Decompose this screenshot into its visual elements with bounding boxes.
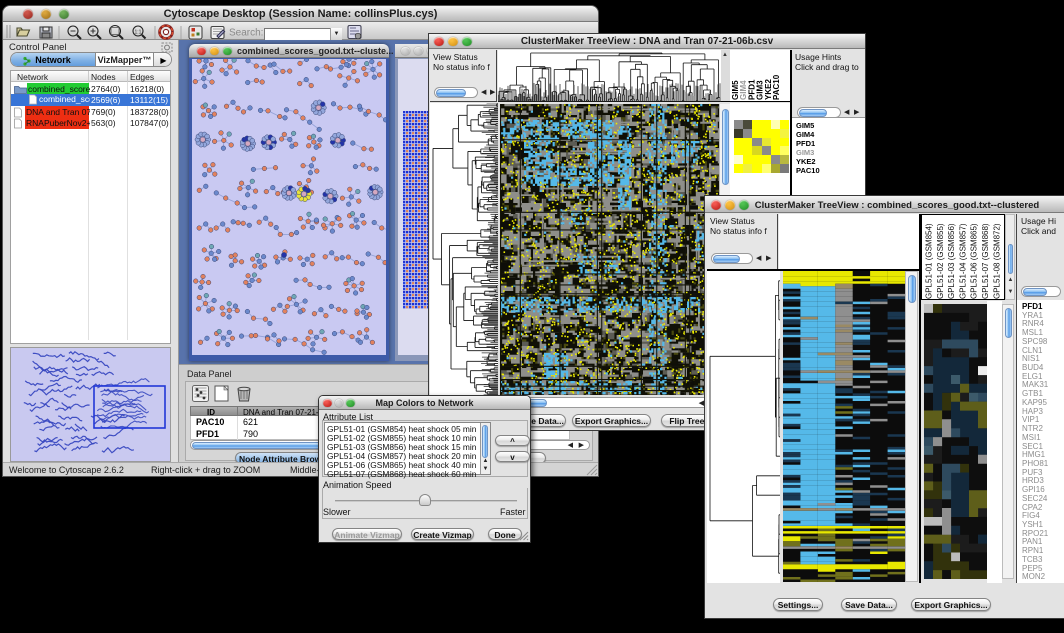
svg-text:PAC10: PAC10 [772,74,781,100]
svg-text:GPL51-03 (GSM856): GPL51-03 (GSM856) [947,223,956,299]
svg-text:Search:: Search: [229,27,263,38]
svg-text:GPL51-06 (GSM865): GPL51-06 (GSM865) [970,223,979,299]
svg-text:1:1: 1:1 [135,29,142,35]
svg-text:GPL51-08 (GSM872): GPL51-08 (GSM872) [992,223,1001,299]
svg-text:GPL51-02 (GSM855): GPL51-02 (GSM855) [936,223,945,299]
svg-text:GPL51-04 (GSM857): GPL51-04 (GSM857) [958,223,967,299]
svg-text:GPL51-07 (GSM868): GPL51-07 (GSM868) [981,223,990,299]
svg-text:GPL51-01 (GSM854): GPL51-01 (GSM854) [925,223,934,299]
